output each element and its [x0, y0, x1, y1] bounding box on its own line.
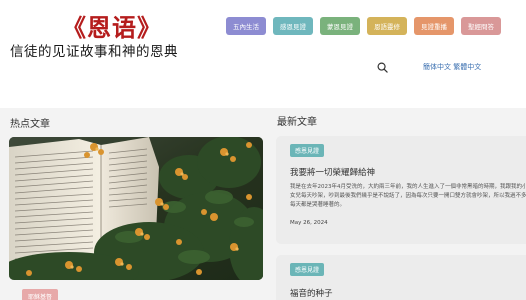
nav-item-3[interactable]: 蒙恩見證: [320, 17, 360, 35]
featured-article-image[interactable]: [9, 137, 263, 280]
site-subtitle: 信徒的见证故事和神的恩典: [10, 44, 178, 60]
article-title[interactable]: 我要將一切榮耀歸給神: [290, 166, 375, 178]
site-logo-title[interactable]: 《恩语》: [62, 8, 162, 43]
nav-item-4[interactable]: 恩語靈修: [367, 17, 407, 35]
section-heading-hot: 热点文章: [10, 119, 50, 130]
article-category-tag[interactable]: 感恩見證: [290, 144, 325, 157]
nav-item-6[interactable]: 聖經問答: [461, 17, 501, 35]
main-nav: 五內生活 感恩見證 蒙恩見證 恩語靈修 見證重播 聖經問答: [226, 17, 501, 35]
featured-category-tag[interactable]: 耶穌基督: [22, 289, 59, 300]
open-bible-flowers-photo: [9, 137, 263, 280]
search-icon[interactable]: [377, 62, 388, 73]
nav-item-5[interactable]: 見證重播: [414, 17, 454, 35]
article-category-tag[interactable]: 感恩見證: [290, 263, 325, 276]
article-excerpt: 我是在去年2023年4月受洗的，大約兩三年前，我的人生進入了一個非常黑暗的時期，…: [290, 184, 526, 208]
site-header: 《恩语》 信徒的见证故事和神的恩典 五內生活 感恩見證 蒙恩見證 恩語靈修 見證…: [0, 0, 526, 108]
article-date: May 26, 2024: [290, 220, 328, 226]
section-heading-new: 最新文章: [277, 117, 317, 128]
article-card[interactable]: 感恩見證 福音的种子: [276, 255, 526, 300]
article-card[interactable]: 感恩見證 我要將一切榮耀歸給神 我是在去年2023年4月受洗的，大約兩三年前，我…: [276, 136, 526, 244]
article-title[interactable]: 福音的种子: [290, 287, 333, 299]
nav-item-1[interactable]: 五內生活: [226, 17, 266, 35]
language-switcher[interactable]: 簡体中文 繁體中文: [423, 62, 481, 72]
nav-item-2[interactable]: 感恩見證: [273, 17, 313, 35]
